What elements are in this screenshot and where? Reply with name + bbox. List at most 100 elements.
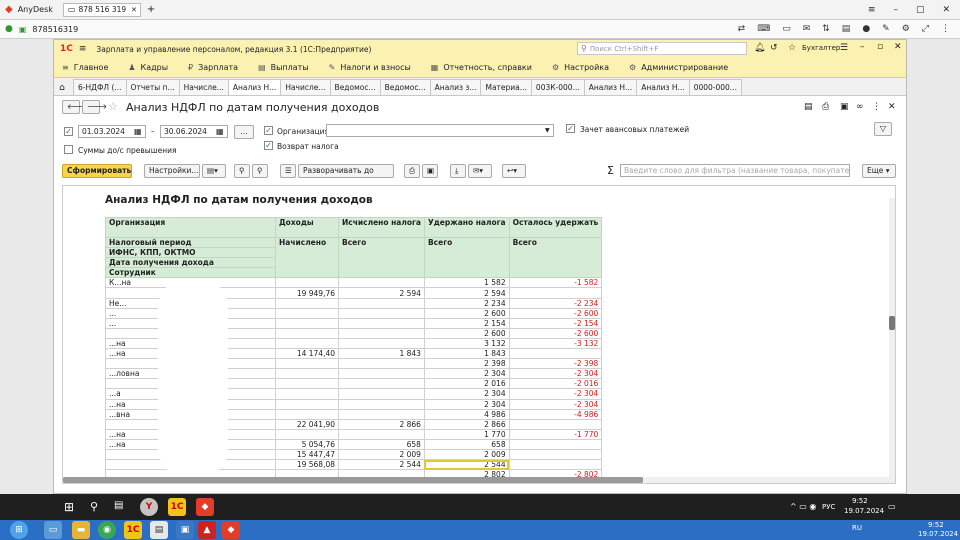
more-button[interactable]: Еще ▾ [862,164,896,178]
variant-button[interactable]: ▤▾ [202,164,226,178]
cell-calc[interactable] [338,398,425,410]
cell-left[interactable] [508,348,603,360]
explorer-icon[interactable]: ▭ [44,521,62,539]
calendar-icon[interactable]: ▦ [216,127,224,136]
section-0[interactable]: ≡ Главное [62,63,108,72]
cell-income[interactable] [275,428,339,440]
favorites-icon[interactable]: ☆ [788,43,796,53]
cell-calc[interactable] [338,337,425,350]
report-area[interactable]: Анализ НДФЛ по датам получения доходов О… [62,185,896,484]
anydesk-icon[interactable]: ◆ [222,521,240,539]
forward-button[interactable]: 🡒 [82,100,107,114]
search-icon[interactable]: ⚲ [90,500,98,513]
cell-withheld[interactable]: 2 544 [423,459,510,471]
dropdown-icon[interactable]: ▼ [545,127,550,134]
yandex-browser-icon[interactable]: Y [140,498,158,516]
keyboard-icon[interactable]: ⌨ [757,24,770,34]
close-icon[interactable]: ✕ [894,42,902,52]
cell-calc[interactable] [338,297,425,309]
section-2[interactable]: ₽ Зарплата [188,63,238,72]
cell-withheld[interactable]: 2 600 [423,307,510,319]
cell-withheld[interactable]: 3 132 [423,337,510,350]
taskbar-time[interactable]: 9:52 [852,497,868,505]
scroll-thumb[interactable] [889,316,895,330]
cell-calc[interactable]: 2 544 [338,459,425,471]
cell-income[interactable]: 22 041,90 [275,418,339,430]
display-icon[interactable]: ▭ [782,24,791,34]
cell-left[interactable]: -4 986 [508,408,603,420]
preview-button[interactable]: ▣ [422,164,438,178]
favorite-star-icon[interactable]: ☆ [108,100,118,113]
search-input[interactable]: Поиск Ctrl+Shift+F [590,45,659,53]
action-icon[interactable]: ⇄ [738,24,746,34]
fullscreen-icon[interactable]: ⤢ [922,24,929,34]
cell-left[interactable]: -2 304 [508,388,603,400]
maximize-icon[interactable]: ▢ [916,5,925,15]
folder-icon[interactable]: ▬ [72,521,90,539]
filter-button[interactable]: ▽ [874,122,892,136]
vertical-scrollbar[interactable] [889,198,895,481]
section-3[interactable]: ▤ Выплаты [258,63,309,72]
open-tab[interactable]: 6-НДФЛ (... [73,79,127,95]
app-icon[interactable]: ▣ [176,521,194,539]
cell-left[interactable]: -2 398 [508,358,603,370]
section-6[interactable]: ⚙ Настройка [552,63,609,72]
minimize-icon[interactable]: – [893,5,898,15]
cell-calc[interactable] [338,408,425,420]
cell-calc[interactable] [338,327,425,339]
global-search[interactable]: ⚲ Поиск Ctrl+Shift+F [577,42,747,55]
more-icon[interactable]: ⋮ [941,24,950,34]
notifications-icon[interactable]: 🔔︎ [754,43,765,53]
cell-withheld[interactable]: 2 866 [423,418,510,430]
section-5[interactable]: ▦ Отчетность, справки [431,63,532,72]
cell-left[interactable]: -2 234 [508,297,603,309]
cell-left[interactable] [508,448,603,461]
transfer-icon[interactable]: ⇅ [822,24,830,34]
open-tab[interactable]: Анализ Н... [583,79,638,95]
chat-icon[interactable]: ✉ [803,24,811,34]
section-7[interactable]: ⚙ Администрирование [629,63,728,72]
cell-calc[interactable] [338,428,425,440]
cell-calc[interactable]: 2 594 [338,287,425,299]
calendar-icon[interactable]: ▦ [134,127,142,136]
hscroll-thumb[interactable] [63,477,643,483]
cell-calc[interactable] [338,277,425,289]
cell-calc[interactable] [338,317,425,329]
sums-checkbox[interactable] [64,145,73,154]
cell-calc[interactable] [338,307,425,319]
share-button[interactable]: ↩▾ [502,164,526,178]
cell-left[interactable] [508,287,603,299]
cell-calc[interactable]: 2 866 [338,418,425,430]
open-tab[interactable]: 003К-000... [530,79,585,95]
record-icon[interactable]: ● [862,24,870,34]
filter-input[interactable]: Введите слово для фильтра (название това… [620,164,850,177]
hamburger-menu-icon[interactable]: ≡ [868,5,876,15]
cell-income[interactable]: 14 174,40 [275,348,339,360]
windows-start-icon[interactable]: ⊞ [10,521,28,539]
period-select-button[interactable]: ... [234,125,254,139]
session-tab[interactable]: ▭ 878 516 319 ✕ [62,2,141,17]
cell-income[interactable]: 15 447,47 [275,448,339,461]
cell-income[interactable] [275,398,339,410]
horizontal-scrollbar[interactable] [63,477,895,483]
cell-withheld[interactable]: 2 398 [423,358,510,370]
onec-icon[interactable]: 1С [124,521,142,539]
email-button[interactable]: ✉▾ [468,164,492,178]
cell-withheld[interactable]: 658 [423,438,510,450]
cell-left[interactable]: -2 600 [508,307,603,319]
advance-checkbox[interactable]: ✓ [566,124,575,133]
notification-icon[interactable]: ▭ [888,502,896,511]
cell-income[interactable] [275,327,339,339]
taskview-icon[interactable]: ▤ [114,500,123,511]
cell-withheld[interactable]: 4 986 [423,408,510,420]
cell-withheld[interactable]: 2 016 [423,378,510,390]
windows-start-icon[interactable]: ⊞ [64,500,74,514]
close-form-icon[interactable]: ✕ [888,102,896,112]
cell-left[interactable]: -1 770 [508,428,603,440]
onec-icon[interactable]: 1С [168,498,186,516]
whiteboard-icon[interactable]: ✎ [882,24,890,34]
cell-withheld[interactable]: 1 582 [423,277,510,289]
back-button[interactable]: 🡐 [62,100,87,114]
cell-left[interactable] [508,418,603,430]
cell-calc[interactable] [338,368,425,380]
